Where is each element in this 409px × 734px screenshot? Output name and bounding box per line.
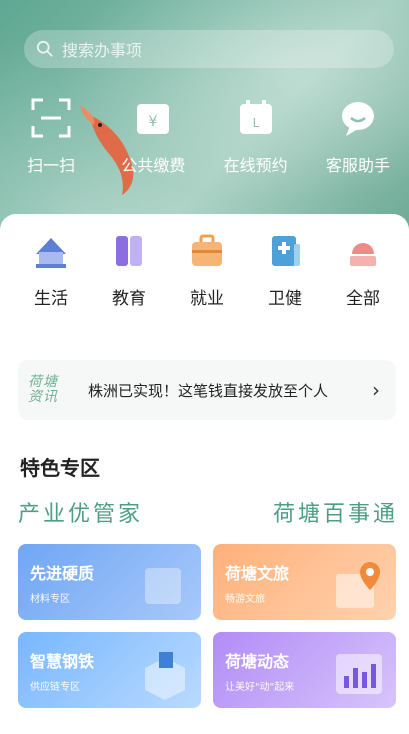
home-icon xyxy=(36,238,66,268)
news-tag: 荷塘 资讯 xyxy=(28,375,88,405)
category-employment[interactable]: 就业 xyxy=(168,230,246,334)
category-all[interactable]: 全部 xyxy=(324,230,402,334)
category-row: 生活 教育 就业 卫健 全部 xyxy=(12,230,402,334)
category-education[interactable]: 教育 xyxy=(90,230,168,334)
quick-action-label: 公共缴费 xyxy=(121,156,186,175)
category-label: 全部 xyxy=(346,289,380,309)
card-culture-tourism[interactable]: 荷塘文旅 畅游文旅 xyxy=(213,544,396,620)
news-tag-line: 荷塘 xyxy=(28,374,58,390)
quick-action-scan[interactable]: 扫一扫 xyxy=(3,96,99,196)
quick-action-label: 客服助手 xyxy=(325,156,390,175)
calendar-icon: L xyxy=(239,100,272,134)
card-advanced-materials[interactable]: 先进硬质 材料专区 xyxy=(18,544,201,620)
book-icon xyxy=(116,236,142,266)
quick-action-payment[interactable]: ¥ 公共缴费 xyxy=(105,96,201,196)
news-tag-line: 资讯 xyxy=(28,389,58,405)
svg-text:L: L xyxy=(252,116,259,130)
search-placeholder: 搜索办事项 xyxy=(62,41,143,60)
all-icon xyxy=(350,243,376,266)
material-block-icon xyxy=(145,568,181,604)
bar-chart-icon xyxy=(336,654,382,694)
tab-industry[interactable]: 产业优管家 xyxy=(18,496,143,528)
category-label: 教育 xyxy=(112,289,146,309)
health-icon xyxy=(272,236,300,266)
map-pin-icon xyxy=(336,562,380,608)
quick-action-assistant[interactable]: 客服助手 xyxy=(310,96,406,196)
news-headline: 株洲已实现！这笔钱直接发放至个人 xyxy=(88,381,329,400)
card-smart-steel[interactable]: 智慧钢铁 供应链专区 xyxy=(18,632,201,708)
chat-icon xyxy=(341,102,374,136)
briefcase-icon xyxy=(192,234,222,266)
quick-actions: 扫一扫 ¥ 公共缴费 L 在线预约 客服助手 xyxy=(0,96,409,196)
featured-tabs: 产业优管家 荷塘百事通 xyxy=(18,496,398,528)
category-label: 卫健 xyxy=(268,289,302,309)
search-bar[interactable]: 搜索办事项 xyxy=(24,30,394,68)
quick-action-appointment[interactable]: L 在线预约 xyxy=(208,96,304,196)
chevron-right-icon: › xyxy=(372,378,380,402)
steel-block-icon xyxy=(145,652,185,700)
category-health[interactable]: 卫健 xyxy=(246,230,324,334)
news-banner[interactable]: 荷塘 资讯 株洲已实现！这笔钱直接发放至个人 › xyxy=(18,360,396,420)
quick-action-label: 在线预约 xyxy=(223,156,288,175)
category-label: 生活 xyxy=(34,289,68,309)
svg-text:¥: ¥ xyxy=(149,114,158,130)
category-label: 就业 xyxy=(190,289,224,309)
tab-hetang[interactable]: 荷塘百事通 xyxy=(273,496,398,528)
scan-icon xyxy=(31,98,71,138)
category-life[interactable]: 生活 xyxy=(12,230,90,334)
search-icon xyxy=(36,40,53,57)
section-title: 特色专区 xyxy=(20,456,100,480)
payment-icon: ¥ xyxy=(137,104,170,134)
card-hetang-news[interactable]: 荷塘动态 让美好"动"起来 xyxy=(213,632,396,708)
quick-action-label: 扫一扫 xyxy=(27,156,76,175)
